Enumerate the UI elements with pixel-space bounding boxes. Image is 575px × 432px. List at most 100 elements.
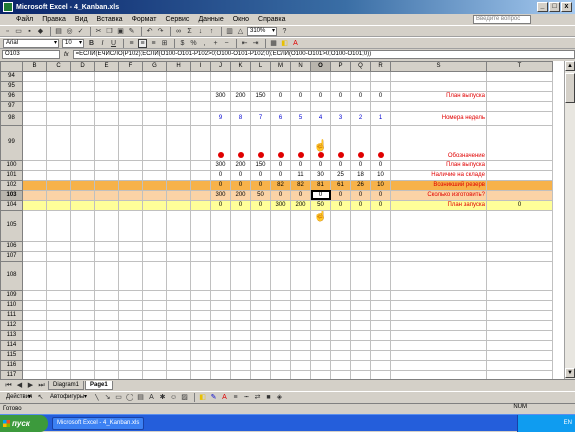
cell[interactable]: 9	[210, 110, 231, 126]
cell[interactable]: 0	[370, 189, 391, 201]
cell[interactable]	[210, 124, 231, 161]
cell[interactable]	[350, 240, 371, 252]
cell[interactable]	[310, 339, 331, 351]
cell[interactable]	[118, 70, 143, 82]
cell[interactable]	[166, 124, 191, 161]
cell[interactable]	[210, 260, 231, 291]
cell[interactable]: 8	[230, 110, 251, 126]
cell[interactable]	[70, 329, 95, 341]
cell[interactable]	[46, 179, 71, 191]
cell[interactable]	[70, 90, 95, 102]
font-size-select[interactable]: 10	[62, 38, 84, 48]
cell[interactable]	[350, 319, 371, 331]
cell[interactable]	[310, 359, 331, 371]
cell[interactable]	[22, 359, 47, 371]
cell[interactable]	[118, 169, 143, 181]
cell[interactable]	[250, 100, 271, 112]
cell[interactable]	[70, 159, 95, 171]
cell[interactable]	[270, 349, 291, 361]
cell[interactable]	[94, 339, 119, 351]
cell[interactable]	[118, 359, 143, 371]
cell[interactable]	[46, 100, 71, 112]
row-label[interactable]: Сколько изготовить?	[390, 189, 487, 201]
cell[interactable]	[370, 70, 391, 82]
cell[interactable]	[230, 250, 251, 262]
cell[interactable]	[94, 359, 119, 371]
column-header-m[interactable]: M	[270, 61, 291, 72]
cell[interactable]	[142, 289, 167, 301]
cell[interactable]	[22, 179, 47, 191]
cell[interactable]	[70, 80, 95, 92]
cell[interactable]: 0	[270, 159, 291, 171]
drawing-icon[interactable]: △	[236, 27, 245, 36]
cell[interactable]	[270, 100, 291, 112]
cell[interactable]	[94, 70, 119, 82]
print-icon[interactable]: ▤	[54, 27, 63, 36]
cell[interactable]	[230, 100, 251, 112]
cell[interactable]: 300	[210, 189, 231, 201]
cell[interactable]	[310, 309, 331, 321]
cell[interactable]	[46, 339, 71, 351]
cell[interactable]	[70, 124, 95, 161]
cell[interactable]	[142, 329, 167, 341]
cell[interactable]	[270, 339, 291, 351]
cell[interactable]	[486, 110, 553, 126]
draw-font-color-icon[interactable]: A	[220, 393, 229, 402]
select-objects-icon[interactable]: ↖	[36, 393, 45, 402]
cell[interactable]	[250, 250, 271, 262]
cell[interactable]	[370, 329, 391, 341]
cell[interactable]: 0	[330, 90, 351, 102]
cell[interactable]	[142, 359, 167, 371]
first-sheet-icon[interactable]: ⏮	[4, 381, 13, 390]
row-header[interactable]: 109	[0, 289, 23, 301]
cell[interactable]	[230, 289, 251, 301]
cell[interactable]	[22, 369, 47, 379]
cell[interactable]	[230, 309, 251, 321]
cell[interactable]	[210, 289, 231, 301]
scroll-thumb[interactable]	[565, 73, 575, 103]
cell[interactable]: 7	[250, 110, 271, 126]
cell[interactable]: 2	[350, 110, 371, 126]
cell[interactable]	[166, 110, 191, 126]
cell[interactable]	[46, 329, 71, 341]
rectangle-icon[interactable]: ▭	[114, 393, 123, 402]
column-header-b[interactable]: B	[22, 61, 47, 72]
cell[interactable]	[118, 299, 143, 311]
cell[interactable]	[330, 100, 351, 112]
cell[interactable]	[70, 209, 95, 242]
cell[interactable]	[22, 309, 47, 321]
cell[interactable]: 0	[330, 189, 351, 201]
column-header-q[interactable]: Q	[350, 61, 371, 72]
cell[interactable]	[166, 359, 191, 371]
cell[interactable]	[486, 349, 553, 361]
cell[interactable]	[70, 70, 95, 82]
cell[interactable]	[118, 209, 143, 242]
row-header[interactable]: 103	[0, 189, 23, 201]
cell[interactable]: 0	[210, 169, 231, 181]
cell[interactable]: 11	[290, 169, 311, 181]
hyperlink-icon[interactable]: ∞	[174, 27, 183, 36]
cell[interactable]	[370, 124, 391, 161]
cell[interactable]: 82	[270, 179, 291, 191]
cell[interactable]: 0	[290, 159, 311, 171]
row-header[interactable]: 117	[0, 369, 23, 379]
column-header-h[interactable]: H	[166, 61, 191, 72]
open-icon[interactable]: ▭	[14, 27, 23, 36]
cell[interactable]	[190, 70, 211, 82]
cell[interactable]	[46, 250, 71, 262]
cell[interactable]	[290, 299, 311, 311]
scroll-up-arrow-icon[interactable]: ▲	[565, 61, 575, 71]
borders-icon[interactable]: ▦	[269, 39, 278, 48]
cell[interactable]	[118, 369, 143, 379]
cell[interactable]	[70, 250, 95, 262]
column-header-c[interactable]: C	[46, 61, 71, 72]
cell[interactable]	[166, 189, 191, 201]
ask-question-input[interactable]: Введите вопрос	[473, 15, 531, 24]
cell[interactable]	[486, 329, 553, 341]
row-label[interactable]	[390, 319, 487, 331]
cell[interactable]: 0	[230, 169, 251, 181]
cell[interactable]	[210, 359, 231, 371]
cell[interactable]	[310, 289, 331, 301]
cell[interactable]	[22, 110, 47, 126]
fill-color-icon[interactable]: ◧	[280, 39, 289, 48]
